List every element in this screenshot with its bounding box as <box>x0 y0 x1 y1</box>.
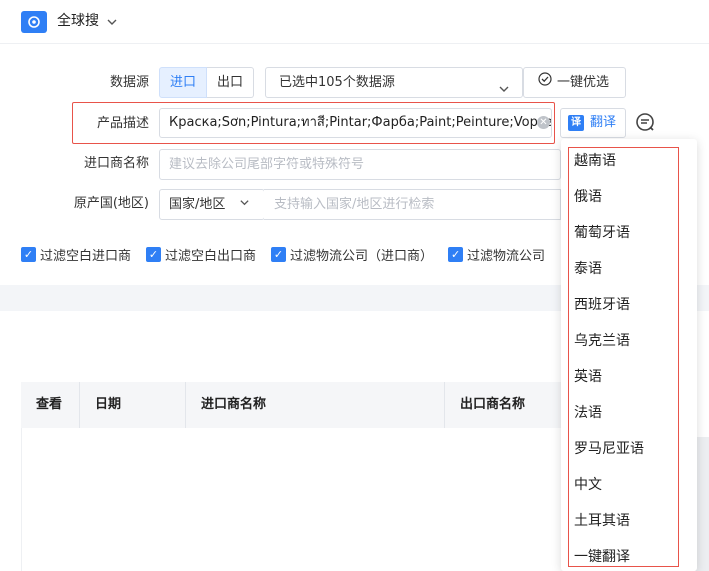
header-divider <box>0 43 709 44</box>
chevron-down-icon <box>239 190 250 219</box>
language-option[interactable]: 英语 <box>574 367 602 387</box>
datasource-label: 数据源 <box>109 75 149 90</box>
product-desc-label: 产品描述 <box>96 116 149 131</box>
checkbox-checked-icon: ✓ <box>271 247 287 262</box>
language-option[interactable]: 法语 <box>574 403 602 423</box>
origin-type-value: 国家/地区 <box>169 197 226 212</box>
filter-blank-importer-checkbox[interactable]: ✓ 过滤空白进口商 <box>21 245 131 264</box>
column-header-importer[interactable]: 进口商名称 <box>186 382 445 428</box>
search-list-icon[interactable] <box>635 112 655 136</box>
trade-direction-toggle: 进口 出口 <box>159 67 255 98</box>
datasource-select[interactable]: 已选中105个数据源 <box>265 67 523 98</box>
column-header-exporter[interactable]: 出口商名称 <box>445 382 561 428</box>
chevron-down-icon[interactable] <box>106 13 118 32</box>
translate-label: 翻译 <box>590 115 617 130</box>
filter-label: 过滤物流公司 <box>467 249 546 264</box>
filter-label: 过滤空白进口商 <box>40 249 132 264</box>
clear-icon[interactable]: ✕ <box>537 116 550 129</box>
origin-search-input[interactable]: 支持输入国家/地区进行检索 <box>264 189 561 220</box>
column-header-date[interactable]: 日期 <box>80 382 186 428</box>
language-option[interactable]: 乌克兰语 <box>574 331 630 351</box>
checkbox-checked-icon: ✓ <box>448 247 464 262</box>
checkbox-checked-icon: ✓ <box>21 247 36 262</box>
origin-type-select[interactable]: 国家/地区 <box>159 189 265 220</box>
translate-button[interactable]: 译 翻译 <box>560 108 626 138</box>
language-option[interactable]: 西班牙语 <box>574 295 630 315</box>
app-logo-icon <box>21 11 47 33</box>
origin-label: 原产国(地区) <box>73 196 149 211</box>
language-option[interactable]: 土耳其语 <box>574 511 630 531</box>
app-root: 全球搜 数据源 进口 出口 已选中105个数据源 一键优选 产品描述 Краск… <box>0 0 709 571</box>
check-circle-icon <box>538 68 552 97</box>
filter-logistics-importer-checkbox[interactable]: ✓ 过滤物流公司（进口商） <box>271 245 433 264</box>
language-dropdown-highlight <box>568 147 679 567</box>
table-body <box>21 428 561 571</box>
importer-label: 进口商名称 <box>83 156 149 171</box>
filter-checkboxes: ✓ 过滤空白进口商 ✓ 过滤空白出口商 ✓ 过滤物流公司（进口商） ✓ 过滤物流… <box>21 245 545 264</box>
product-desc-input[interactable]: Краска;Sơn;Pintura;ทาสี;Pintar;Фарба;Pai… <box>159 108 552 138</box>
checkbox-checked-icon: ✓ <box>146 247 162 262</box>
page-title[interactable]: 全球搜 <box>57 11 99 31</box>
language-option[interactable]: 泰语 <box>574 259 602 279</box>
language-option[interactable]: 罗马尼亚语 <box>574 439 644 459</box>
one-click-optimize-button[interactable]: 一键优选 <box>523 67 626 98</box>
export-tab[interactable]: 出口 <box>207 67 255 98</box>
filter-label: 过滤空白出口商 <box>165 249 257 264</box>
translate-all-option[interactable]: 一键翻译 <box>574 547 630 567</box>
one-click-optimize-label: 一键优选 <box>557 75 610 90</box>
datasource-selected-value: 已选中105个数据源 <box>279 75 395 90</box>
table-header: 查看 日期 进口商名称 出口商名称 <box>21 382 561 428</box>
import-tab[interactable]: 进口 <box>159 67 208 98</box>
importer-input[interactable]: 建议去除公司尾部字符或特殊符号 <box>159 149 561 180</box>
filter-blank-exporter-checkbox[interactable]: ✓ 过滤空白出口商 <box>146 245 256 264</box>
language-option[interactable]: 葡萄牙语 <box>574 223 630 243</box>
language-option[interactable]: 越南语 <box>574 151 616 171</box>
side-scroll-area <box>695 437 709 571</box>
filter-label: 过滤物流公司（进口商） <box>290 249 434 264</box>
column-header-view: 查看 <box>21 382 80 428</box>
filter-logistics-checkbox[interactable]: ✓ 过滤物流公司 <box>448 245 545 264</box>
translate-icon: 译 <box>568 115 584 131</box>
language-option[interactable]: 中文 <box>574 475 602 495</box>
language-option[interactable]: 俄语 <box>574 187 602 207</box>
